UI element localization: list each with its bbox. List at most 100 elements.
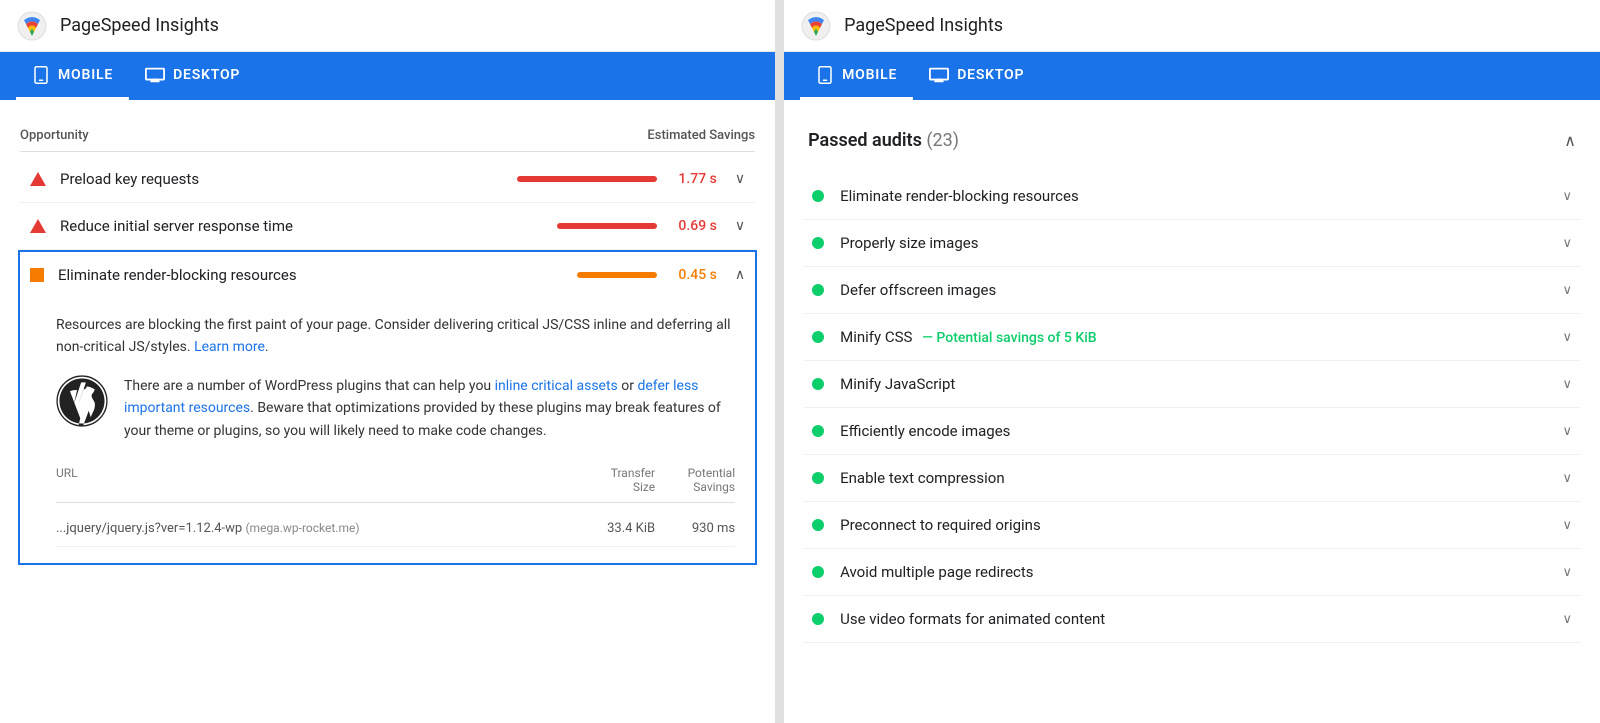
table-cell-url: ...jquery/jquery.js?ver=1.12.4-wp (mega.… (56, 521, 575, 536)
audit-server-bar (557, 223, 657, 229)
passed-count: (23) (926, 130, 959, 151)
audit-render-blocking[interactable]: Eliminate render-blocking resources 0.45… (18, 250, 757, 298)
passed-label-2: Defer offscreen images (840, 281, 1554, 299)
passed-chevron-6[interactable]: ∨ (1562, 471, 1572, 486)
right-app-title: PageSpeed Insights (844, 15, 1003, 36)
passed-label-0: Eliminate render-blocking resources (840, 187, 1554, 205)
audit-preload-label: Preload key requests (60, 170, 517, 188)
right-tab-mobile-label: MOBILE (842, 67, 897, 83)
audit-preload-chevron[interactable]: ∨ (735, 171, 745, 187)
passed-label-4: Minify JavaScript (840, 375, 1554, 393)
passed-label-3: Minify CSS — Potential savings of 5 KiB (840, 328, 1554, 346)
right-tab-bar: MOBILE DESKTOP (784, 52, 1600, 100)
right-tab-desktop-label: DESKTOP (957, 67, 1024, 83)
passed-audit-item-6[interactable]: Enable text compression ∨ (804, 455, 1580, 502)
passed-audit-item-1[interactable]: Properly size images ∨ (804, 220, 1580, 267)
passed-chevron-7[interactable]: ∨ (1562, 518, 1572, 533)
learn-more-link[interactable]: Learn more (194, 339, 265, 355)
orange-icon-render (30, 268, 44, 282)
passed-chevron-5[interactable]: ∨ (1562, 424, 1572, 439)
audit-render-label: Eliminate render-blocking resources (58, 266, 577, 284)
passed-chevron-0[interactable]: ∨ (1562, 189, 1572, 204)
audit-server-savings: 0.69 s (667, 218, 717, 234)
table-row: ...jquery/jquery.js?ver=1.12.4-wp (mega.… (56, 511, 735, 547)
left-tab-desktop-label: DESKTOP (173, 67, 240, 83)
green-dot-5 (812, 425, 824, 437)
green-dot-9 (812, 613, 824, 625)
audit-server-label: Reduce initial server response time (60, 217, 557, 235)
passed-label-6: Enable text compression (840, 469, 1554, 487)
left-tab-mobile-label: MOBILE (58, 67, 113, 83)
right-tab-desktop[interactable]: DESKTOP (913, 52, 1040, 100)
wp-description: There are a number of WordPress plugins … (124, 375, 735, 442)
right-panel-content: Passed audits (23) ∧ Eliminate render-bl… (784, 100, 1600, 723)
left-tab-desktop[interactable]: DESKTOP (129, 52, 256, 100)
wp-section: There are a number of WordPress plugins … (56, 375, 735, 442)
minify-css-savings: — Potential savings of 5 KiB (922, 330, 1096, 346)
warning-icon-preload (30, 172, 46, 186)
passed-audit-item-8[interactable]: Avoid multiple page redirects ∨ (804, 549, 1580, 596)
wordpress-logo (56, 375, 108, 427)
url-source: (mega.wp-rocket.me) (245, 521, 359, 535)
audit-render-savings: 0.45 s (667, 267, 717, 283)
desktop-icon (145, 67, 165, 83)
transfer-size-header: TransferSize (575, 466, 655, 494)
url-text: ...jquery/jquery.js?ver=1.12.4-wp (56, 521, 242, 536)
transfer-size-value: 33.4 KiB (575, 521, 655, 536)
passed-label-9: Use video formats for animated content (840, 610, 1554, 628)
panel-divider (776, 0, 784, 723)
passed-chevron-1[interactable]: ∨ (1562, 236, 1572, 251)
right-tab-mobile[interactable]: MOBILE (800, 52, 913, 100)
passed-audit-item-5[interactable]: Efficiently encode images ∨ (804, 408, 1580, 455)
green-dot-3 (812, 331, 824, 343)
audit-preload[interactable]: Preload key requests 1.77 s ∨ (20, 156, 755, 203)
audit-server-response[interactable]: Reduce initial server response time 0.69… (20, 203, 755, 250)
passed-chevron-3[interactable]: ∨ (1562, 330, 1572, 345)
green-dot-2 (812, 284, 824, 296)
table-header: URL TransferSize PotentialSavings (56, 462, 735, 503)
passed-label-1: Properly size images (840, 234, 1554, 252)
left-tab-bar: MOBILE DESKTOP (0, 52, 775, 100)
passed-label-8: Avoid multiple page redirects (840, 563, 1554, 581)
potential-savings-header: PotentialSavings (655, 466, 735, 494)
passed-audit-item-9[interactable]: Use video formats for animated content ∨ (804, 596, 1580, 643)
section-header: Opportunity Estimated Savings (20, 116, 755, 152)
passed-chevron-8[interactable]: ∨ (1562, 565, 1572, 580)
audit-render-chevron[interactable]: ∧ (735, 267, 745, 283)
left-app-header: PageSpeed Insights (0, 0, 775, 52)
resources-table: URL TransferSize PotentialSavings ...jqu… (56, 462, 735, 547)
audit-server-chevron[interactable]: ∨ (735, 218, 745, 234)
passed-audit-item-2[interactable]: Defer offscreen images ∨ (804, 267, 1580, 314)
green-dot-6 (812, 472, 824, 484)
passed-audit-item-0[interactable]: Eliminate render-blocking resources ∨ (804, 173, 1580, 220)
left-app-title: PageSpeed Insights (60, 15, 219, 36)
left-panel-content: Opportunity Estimated Savings Preload ke… (0, 100, 775, 723)
passed-audits-header: Passed audits (23) ∧ (804, 116, 1580, 165)
estimated-savings-label: Estimated Savings (647, 128, 755, 143)
right-app-header: PageSpeed Insights (784, 0, 1600, 52)
passed-label-7: Preconnect to required origins (840, 516, 1554, 534)
passed-audit-item-3[interactable]: Minify CSS — Potential savings of 5 KiB … (804, 314, 1580, 361)
passed-audit-item-4[interactable]: Minify JavaScript ∨ (804, 361, 1580, 408)
right-mobile-icon (816, 66, 834, 84)
expanded-render-blocking: Resources are blocking the first paint o… (18, 298, 757, 565)
pagespeed-logo (16, 10, 48, 42)
green-dot-0 (812, 190, 824, 202)
right-pagespeed-logo (800, 10, 832, 42)
audit-preload-bar-area: 1.77 s (517, 171, 717, 187)
audit-server-bar-area: 0.69 s (557, 218, 717, 234)
passed-chevron-9[interactable]: ∨ (1562, 612, 1572, 627)
green-dot-1 (812, 237, 824, 249)
green-dot-4 (812, 378, 824, 390)
mobile-icon (32, 66, 50, 84)
passed-audit-item-7[interactable]: Preconnect to required origins ∨ (804, 502, 1580, 549)
green-dot-8 (812, 566, 824, 578)
passed-audits-toggle[interactable]: ∧ (1564, 131, 1576, 150)
passed-chevron-2[interactable]: ∨ (1562, 283, 1572, 298)
url-col-header: URL (56, 466, 575, 494)
left-tab-mobile[interactable]: MOBILE (16, 52, 129, 100)
inline-critical-link[interactable]: inline critical assets (495, 378, 618, 394)
green-dot-7 (812, 519, 824, 531)
expanded-description: Resources are blocking the first paint o… (56, 314, 735, 359)
passed-chevron-4[interactable]: ∨ (1562, 377, 1572, 392)
